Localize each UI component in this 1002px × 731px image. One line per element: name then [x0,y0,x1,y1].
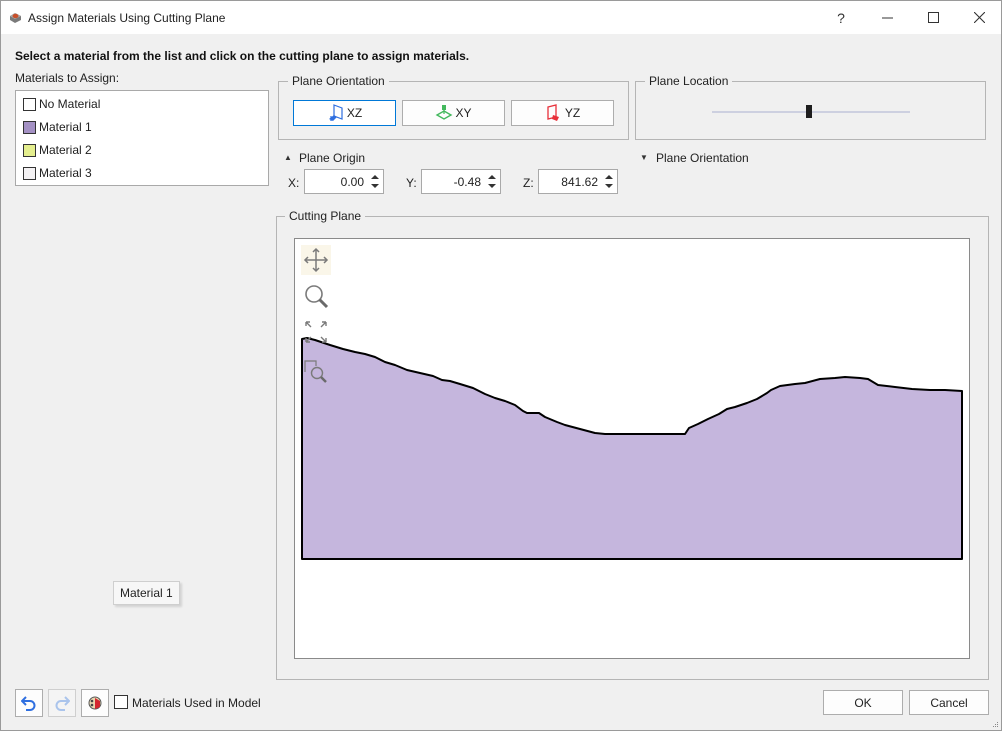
material-properties-button[interactable] [81,689,109,717]
plane-orientation-expander[interactable]: Plane Orientation [656,151,749,165]
redo-button[interactable] [48,689,76,717]
cutting-plane-canvas[interactable] [294,238,970,659]
x-label: X: [288,176,300,190]
redo-icon [55,696,70,711]
materials-list[interactable]: No Material Material 1 Material 2 Materi… [15,90,269,186]
material-name: No Material [39,97,101,111]
zoom-tool[interactable] [301,281,331,311]
undo-icon [21,696,36,711]
spin-arrows-icon[interactable] [487,173,497,190]
material-swatch [23,97,36,111]
yz-label: YZ [564,106,581,120]
xz-label: XZ [346,106,363,120]
dialog-window: Assign Materials Using Cutting Plane ? S… [0,0,1002,731]
pan-tool[interactable] [301,245,331,275]
collapse-caret-icon[interactable]: ▲ [284,153,292,162]
material-name: Material 3 [39,166,92,180]
xy-plane-icon [436,105,453,120]
window-title: Assign Materials Using Cutting Plane [28,11,226,25]
material-name: Material 2 [39,143,92,157]
zoom-icon [305,285,329,309]
plane-orientation-title: Plane Orientation [288,74,389,88]
materials-used-label[interactable]: Materials Used in Model [132,696,261,710]
xz-plane-button[interactable]: XZ [293,100,396,126]
close-icon [973,12,985,23]
zoom-window-icon [304,360,327,383]
resize-grip-icon[interactable] [991,720,999,728]
material-item-material-3[interactable]: Material 3 [23,164,92,182]
spin-arrows-icon[interactable] [370,173,380,190]
material-tooltip: Material 1 [113,581,180,605]
materials-label: Materials to Assign: [15,71,120,85]
close-button[interactable] [956,1,1002,34]
cutting-plane-title: Cutting Plane [285,209,366,223]
xy-label: XY [455,106,472,120]
materials-used-checkbox[interactable] [114,695,128,709]
material-swatch [23,143,36,157]
ok-button[interactable]: OK [823,690,903,715]
plane-location-title: Plane Location [645,74,733,88]
cancel-button[interactable]: Cancel [909,690,989,715]
app-icon [10,13,21,23]
zoom-window-tool[interactable] [301,356,331,386]
pan-icon [303,247,329,273]
plane-origin-title[interactable]: Plane Origin [299,151,365,165]
z-origin-value: 841.62 [561,175,598,189]
material-name: Material 1 [39,120,92,134]
yz-plane-button[interactable]: YZ [511,100,614,126]
spin-arrows-icon[interactable] [604,173,614,190]
material-1-region[interactable] [301,337,963,560]
x-origin-value: 0.00 [340,175,364,189]
expand-caret-icon[interactable]: ▼ [640,153,648,162]
help-button[interactable]: ? [818,1,864,34]
y-label: Y: [406,176,417,190]
material-swatch [23,120,36,134]
undo-button[interactable] [15,689,43,717]
zoom-extents-tool[interactable] [301,317,331,347]
xy-plane-button[interactable]: XY [402,100,505,126]
y-origin-spinbox[interactable]: -0.48 [421,169,501,194]
x-origin-spinbox[interactable]: 0.00 [304,169,384,194]
y-origin-value: -0.48 [453,175,481,189]
help-icon: ? [837,9,845,26]
material-item-no-material[interactable]: No Material [23,95,100,113]
cutting-plane-drawing[interactable] [295,239,969,658]
maximize-button[interactable] [910,1,956,34]
minimize-icon [881,17,893,19]
xz-plane-icon [328,104,343,121]
instructions-text: Select a material from the list and clic… [15,49,470,63]
maximize-icon [927,12,939,23]
material-item-material-2[interactable]: Material 2 [23,141,92,159]
plane-location-slider-thumb[interactable] [806,105,813,118]
minimize-button[interactable] [864,1,910,34]
z-origin-spinbox[interactable]: 841.62 [538,169,618,194]
material-item-material-1[interactable]: Material 1 [23,118,92,136]
material-properties-icon [88,696,102,710]
title-bar: Assign Materials Using Cutting Plane ? [1,1,1001,34]
yz-plane-icon [547,104,559,121]
z-label: Z: [523,176,534,190]
zoom-extents-icon [305,321,327,343]
material-swatch [23,166,36,180]
